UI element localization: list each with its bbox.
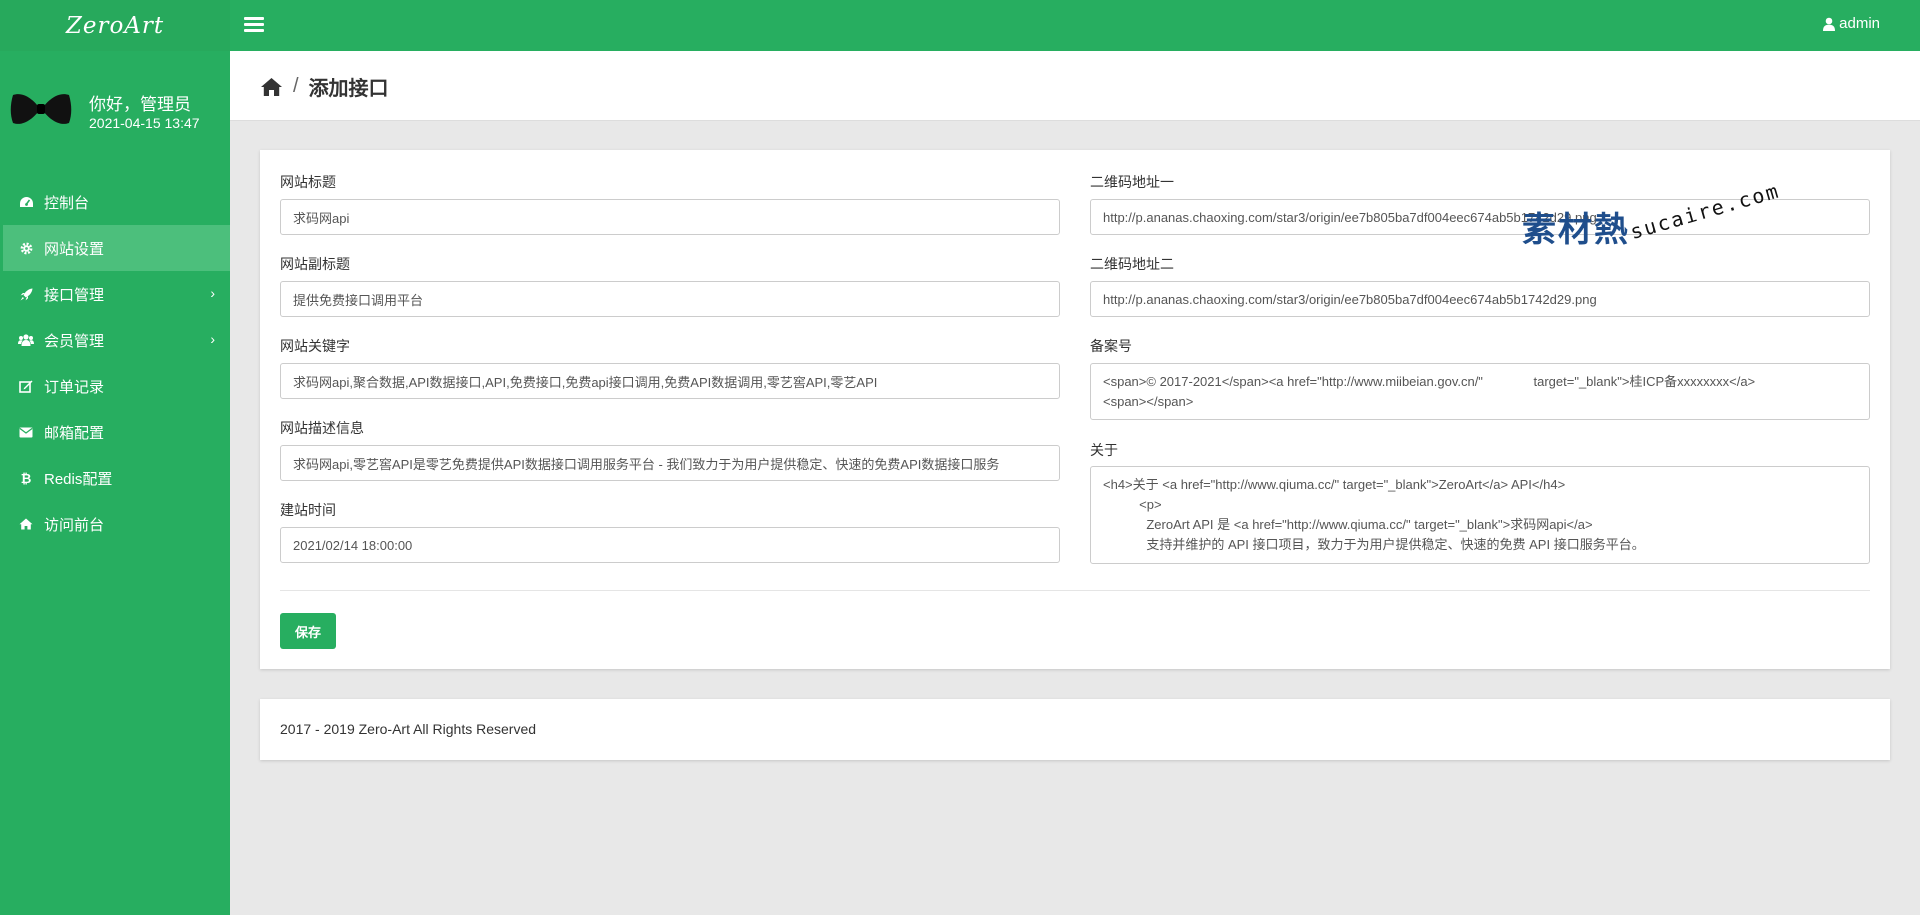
chevron-right-icon: › bbox=[210, 285, 215, 301]
keywords-label: 网站关键字 bbox=[280, 338, 350, 354]
save-button[interactable]: 保存 bbox=[280, 613, 336, 649]
sidebar-item-member-management[interactable]: 会员管理 › bbox=[0, 317, 230, 363]
sidebar-menu: 控制台 网站设置 接口管理 › 会员管理 › 订单记录 邮箱配置 ₿ Redis… bbox=[0, 179, 230, 547]
build-time-label: 建站时间 bbox=[280, 502, 336, 518]
envelope-icon bbox=[18, 424, 34, 440]
rocket-icon bbox=[18, 286, 34, 302]
sidebar-item-order-records[interactable]: 订单记录 bbox=[0, 363, 230, 409]
sidebar-item-mail-config[interactable]: 邮箱配置 bbox=[0, 409, 230, 455]
logo: ZeroArt bbox=[65, 12, 165, 39]
sidebar-item-site-settings[interactable]: 网站设置 bbox=[3, 225, 230, 271]
sidebar-item-visit-frontend[interactable]: 访问前台 bbox=[0, 501, 230, 547]
sidebar-item-label: 会员管理 bbox=[44, 332, 105, 350]
sidebar-item-label: 订单记录 bbox=[44, 378, 105, 396]
site-subtitle-label: 网站副标题 bbox=[280, 256, 350, 272]
top-bar: ZeroArt admin bbox=[0, 0, 1920, 51]
sidebar: 你好，管理员 2021-04-15 13:47 控制台 网站设置 接口管理 › bbox=[0, 51, 230, 915]
user-name: admin bbox=[1839, 15, 1880, 32]
copyright-text: 2017 - 2019 Zero-Art All Rights Reserved bbox=[280, 721, 537, 737]
sidebar-item-label: 网站设置 bbox=[44, 240, 105, 258]
qr2-label: 二维码地址二 bbox=[1090, 256, 1174, 272]
home-icon[interactable] bbox=[260, 77, 283, 97]
avatar bbox=[10, 94, 72, 124]
site-subtitle-input[interactable]: 提供免费接口调用平台 bbox=[280, 281, 1060, 317]
user-icon bbox=[1823, 17, 1836, 31]
sidebar-item-api-management[interactable]: 接口管理 › bbox=[0, 271, 230, 317]
build-time-input[interactable]: 2021/02/14 18:00:00 bbox=[280, 527, 1060, 563]
footer: 2017 - 2019 Zero-Art All Rights Reserved bbox=[260, 699, 1890, 760]
sidebar-item-dashboard[interactable]: 控制台 bbox=[0, 179, 230, 225]
greeting: 你好，管理员 bbox=[89, 95, 191, 114]
breadcrumb-separator: / bbox=[293, 75, 299, 97]
chevron-right-icon: › bbox=[210, 331, 215, 347]
keywords-input[interactable]: 求码网api,聚合数据,API数据接口,API,免费接口,免费api接口调用,免… bbox=[280, 363, 1060, 399]
hamburger-menu-icon[interactable] bbox=[244, 14, 264, 34]
icp-label: 备案号 bbox=[1090, 338, 1132, 354]
sidebar-item-label: 访问前台 bbox=[44, 516, 105, 534]
home-icon bbox=[18, 516, 34, 532]
form-divider bbox=[280, 590, 1870, 591]
qr1-label: 二维码地址一 bbox=[1090, 174, 1174, 190]
bitcoin-icon: ₿ bbox=[20, 470, 32, 486]
about-label: 关于 bbox=[1090, 442, 1118, 458]
sidebar-item-label: Redis配置 bbox=[44, 470, 113, 488]
sidebar-item-redis-config[interactable]: ₿ Redis配置 bbox=[0, 455, 230, 501]
gear-icon bbox=[18, 240, 34, 256]
page-header: / 添加接口 bbox=[230, 51, 1920, 121]
sidebar-item-label: 接口管理 bbox=[44, 286, 105, 304]
profile-panel: 你好，管理员 2021-04-15 13:47 bbox=[0, 51, 230, 161]
site-title-label: 网站标题 bbox=[280, 174, 336, 190]
description-label: 网站描述信息 bbox=[280, 420, 364, 436]
users-icon bbox=[18, 332, 34, 348]
sidebar-item-label: 邮箱配置 bbox=[44, 424, 105, 442]
icp-textarea[interactable]: <span>© 2017-2021</span><a href="http://… bbox=[1090, 363, 1870, 420]
qr2-input[interactable]: http://p.ananas.chaoxing.com/star3/origi… bbox=[1090, 281, 1870, 317]
description-input[interactable]: 求码网api,零艺窖API是零艺免费提供API数据接口调用服务平台 - 我们致力… bbox=[280, 445, 1060, 481]
user-menu[interactable]: admin bbox=[1823, 15, 1880, 32]
site-title-input[interactable]: 求码网api bbox=[280, 199, 1060, 235]
edit-icon bbox=[18, 378, 34, 394]
watermark-cn: 素材熱 bbox=[1522, 211, 1630, 249]
page-title: 添加接口 bbox=[308, 78, 389, 100]
breadcrumb: / 添加接口 bbox=[260, 72, 389, 101]
login-time: 2021-04-15 13:47 bbox=[89, 115, 200, 131]
logo-area[interactable]: ZeroArt bbox=[0, 0, 230, 51]
watermark: 素材熱 sucaire.com bbox=[1522, 178, 1788, 250]
sidebar-item-label: 控制台 bbox=[44, 194, 90, 212]
about-textarea[interactable]: <h4>关于 <a href="http://www.qiuma.cc/" ta… bbox=[1090, 466, 1870, 564]
dashboard-icon bbox=[18, 194, 34, 210]
